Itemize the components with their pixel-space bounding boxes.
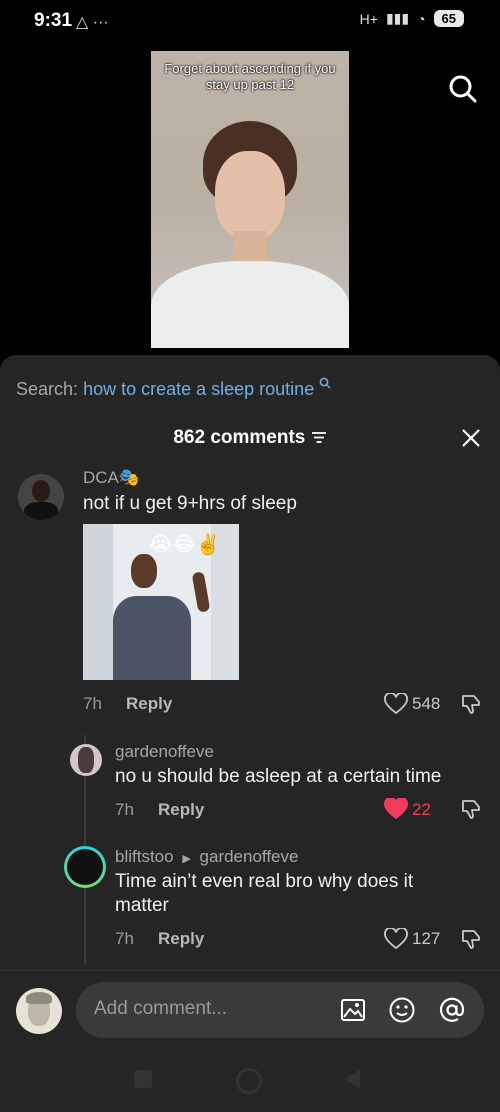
reply-to-username[interactable]: gardenoffeve — [200, 847, 299, 866]
dislike-icon[interactable] — [460, 693, 482, 715]
like-count: 22 — [412, 800, 431, 819]
comment-text: Time ain’t even real bro why does it mat… — [115, 871, 414, 916]
network-type: H+ — [359, 10, 378, 27]
comment-username[interactable]: bliftstoo ▶ gardenoffeve — [115, 847, 298, 867]
avatar[interactable] — [18, 474, 64, 520]
like-count: 127 — [412, 929, 441, 948]
heart-icon[interactable] — [384, 693, 408, 715]
status-notification-icons: △ ··· — [76, 14, 109, 31]
comments-count: 862 comments — [173, 427, 306, 448]
comment-text: not if u get 9+hrs of sleep — [83, 493, 297, 514]
video-preview[interactable]: Forget about ascending if you stay up pa… — [151, 51, 349, 348]
search-label: Search: — [16, 379, 79, 399]
sort-icon[interactable] — [311, 430, 327, 444]
heart-filled-icon[interactable] — [384, 798, 408, 820]
reply-button[interactable]: Reply — [158, 800, 204, 820]
person-shirt — [151, 261, 349, 348]
reply-button[interactable]: Reply — [158, 929, 204, 949]
dislike-icon[interactable] — [460, 928, 482, 950]
comments-header: 862 comments — [0, 427, 500, 449]
reply-button[interactable]: Reply — [126, 694, 172, 714]
avatar[interactable] — [64, 846, 106, 888]
avatar[interactable] — [70, 744, 102, 776]
like-count: 548 — [412, 694, 441, 713]
reply-username[interactable]: bliftstoo — [115, 847, 174, 866]
emoji-stickers: 😭😂✌️ — [149, 534, 221, 556]
comment-time: 7h — [115, 929, 134, 948]
search-small-icon — [319, 377, 331, 389]
nav-back-button[interactable] — [342, 1068, 362, 1090]
status-right-area: H+ ▮▮▮ ◔ 65 — [360, 10, 464, 27]
battery-badge: 65 — [433, 10, 464, 27]
video-caption: Forget about ascending if you stay up pa… — [164, 61, 336, 92]
comment-username[interactable]: gardenoffeve — [115, 742, 214, 762]
status-time: 9:31 — [34, 10, 73, 31]
person-face — [215, 151, 285, 241]
reply-to-arrow-icon: ▶ — [182, 853, 191, 865]
signal-icon: ▮▮▮ — [385, 10, 410, 26]
search-icon[interactable] — [448, 74, 478, 104]
add-comment-placeholder: Add comment... — [94, 998, 228, 1019]
comment-time: 7h — [115, 800, 134, 819]
my-avatar[interactable] — [16, 988, 62, 1034]
divider — [0, 970, 500, 971]
search-query-link[interactable]: how to create a sleep routine — [83, 379, 314, 399]
image-icon[interactable] — [340, 997, 366, 1023]
emoji-icon[interactable] — [388, 996, 416, 1024]
comment-text: no u should be asleep at a certain time — [115, 766, 442, 787]
comment-time: 7h — [83, 694, 102, 713]
wifi-icon: ◔ — [417, 10, 426, 27]
heart-icon[interactable] — [384, 928, 408, 950]
comment-username[interactable]: DCA🎭 — [83, 468, 140, 488]
comment-image[interactable]: 😭😂✌️ — [83, 524, 239, 680]
nav-recents-button[interactable] — [134, 1070, 152, 1088]
close-icon[interactable] — [460, 427, 482, 449]
related-search[interactable]: Search: how to create a sleep routine — [16, 377, 331, 400]
nav-home-button[interactable] — [236, 1068, 262, 1094]
mention-icon[interactable] — [438, 996, 466, 1024]
dislike-icon[interactable] — [460, 798, 482, 820]
